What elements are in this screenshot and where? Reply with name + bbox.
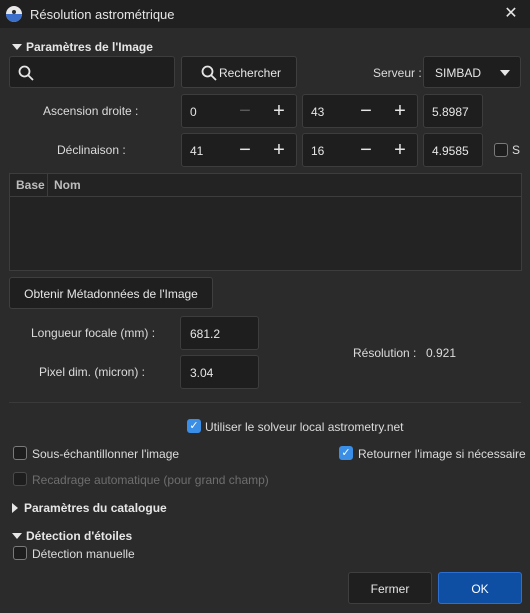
ra-seconds-value: 5.8987	[432, 105, 469, 119]
table-header-base[interactable]: Base	[10, 174, 48, 196]
focal-length-label: Longueur focale (mm) :	[31, 326, 156, 340]
plus-icon[interactable]: +	[262, 134, 296, 168]
catalog-params-title: Paramètres du catalogue	[24, 501, 167, 515]
search-input[interactable]	[9, 56, 175, 88]
expanded-triangle-icon	[12, 533, 22, 539]
get-metadata-button[interactable]: Obtenir Métadonnées de l'Image	[9, 277, 213, 309]
close-button-label: Fermer	[370, 582, 410, 596]
minus-icon[interactable]: −	[228, 134, 262, 168]
window-title: Résolution astrométrique	[30, 7, 175, 22]
resolution-label: Résolution :	[353, 346, 417, 360]
ra-minutes-spinbox[interactable]: 43 − +	[302, 94, 418, 128]
minus-icon[interactable]: −	[349, 134, 383, 168]
close-icon[interactable]: ✕	[496, 2, 526, 26]
plus-icon[interactable]: +	[262, 95, 296, 129]
minus-icon: −	[239, 100, 251, 122]
pixel-size-label: Pixel dim. (micron) :	[39, 365, 146, 379]
flip-image-label: Retourner l'image si nécessaire	[358, 447, 526, 461]
server-select[interactable]: SIMBAD	[423, 56, 521, 88]
ra-hours-spinbox[interactable]: 0 − +	[181, 94, 297, 128]
flip-image-checkbox[interactable]: ✓	[339, 446, 353, 460]
plus-icon[interactable]: +	[383, 95, 417, 129]
server-label: Serveur :	[373, 66, 422, 80]
ok-button-label: OK	[471, 582, 489, 596]
dec-seconds-value: 4.9585	[432, 144, 469, 158]
dec-degrees-value: 41	[190, 144, 204, 158]
chevron-down-icon	[500, 70, 510, 76]
search-button[interactable]: Rechercher	[181, 56, 297, 88]
image-params-header[interactable]: Paramètres de l'Image	[12, 40, 153, 54]
pixel-size-value: 3.04	[190, 366, 214, 380]
local-solver-label: Utiliser le solveur local astrometry.net	[205, 420, 404, 434]
ok-button[interactable]: OK	[438, 572, 522, 604]
south-label: S	[512, 143, 521, 157]
autocrop-label: Recadrage automatique (pour grand champ)	[32, 473, 269, 487]
ra-label: Ascension droite :	[43, 104, 139, 118]
pixel-size-field[interactable]: 3.04	[180, 355, 259, 389]
south-checkbox[interactable]	[494, 143, 508, 157]
ra-minutes-value: 43	[311, 105, 325, 119]
manual-detection-label: Détection manuelle	[32, 547, 135, 561]
close-button[interactable]: Fermer	[348, 572, 432, 604]
ra-hours-value: 0	[190, 105, 197, 119]
catalog-params-header[interactable]: Paramètres du catalogue	[12, 501, 167, 515]
search-button-label: Rechercher	[219, 66, 282, 80]
table-header-divider	[10, 196, 521, 197]
focal-length-field[interactable]: 681.2	[180, 316, 259, 350]
dec-minutes-value: 16	[311, 144, 325, 158]
get-metadata-label: Obtenir Métadonnées de l'Image	[24, 287, 198, 301]
dec-label: Déclinaison :	[57, 143, 126, 157]
image-params-title: Paramètres de l'Image	[26, 40, 153, 54]
collapsed-triangle-icon	[12, 503, 18, 513]
autocrop-checkbox	[13, 472, 27, 486]
ra-seconds-field[interactable]: 5.8987	[423, 94, 483, 128]
downsample-label: Sous-échantillonner l'image	[32, 447, 180, 461]
app-logo-icon	[6, 6, 22, 22]
minus-icon[interactable]: −	[349, 95, 383, 129]
table-header-name[interactable]: Nom	[48, 174, 521, 196]
server-select-value: SIMBAD	[435, 66, 482, 80]
resolution-value: 0.921	[426, 346, 457, 360]
search-icon	[201, 65, 217, 81]
search-icon	[18, 65, 34, 81]
dec-degrees-spinbox[interactable]: 41 − +	[181, 133, 297, 167]
focal-length-value: 681.2	[190, 327, 221, 341]
dec-minutes-spinbox[interactable]: 16 − +	[302, 133, 418, 167]
downsample-checkbox[interactable]	[13, 446, 27, 460]
dec-seconds-field[interactable]: 4.9585	[423, 133, 483, 167]
manual-detection-checkbox[interactable]	[13, 546, 27, 560]
section-divider	[9, 402, 521, 403]
star-detection-title: Détection d'étoiles	[26, 529, 133, 543]
expanded-triangle-icon	[12, 44, 22, 50]
results-table[interactable]: Base Nom	[9, 173, 522, 271]
local-solver-checkbox[interactable]: ✓	[187, 419, 201, 433]
plus-icon[interactable]: +	[383, 134, 417, 168]
star-detection-header[interactable]: Détection d'étoiles	[12, 529, 132, 543]
